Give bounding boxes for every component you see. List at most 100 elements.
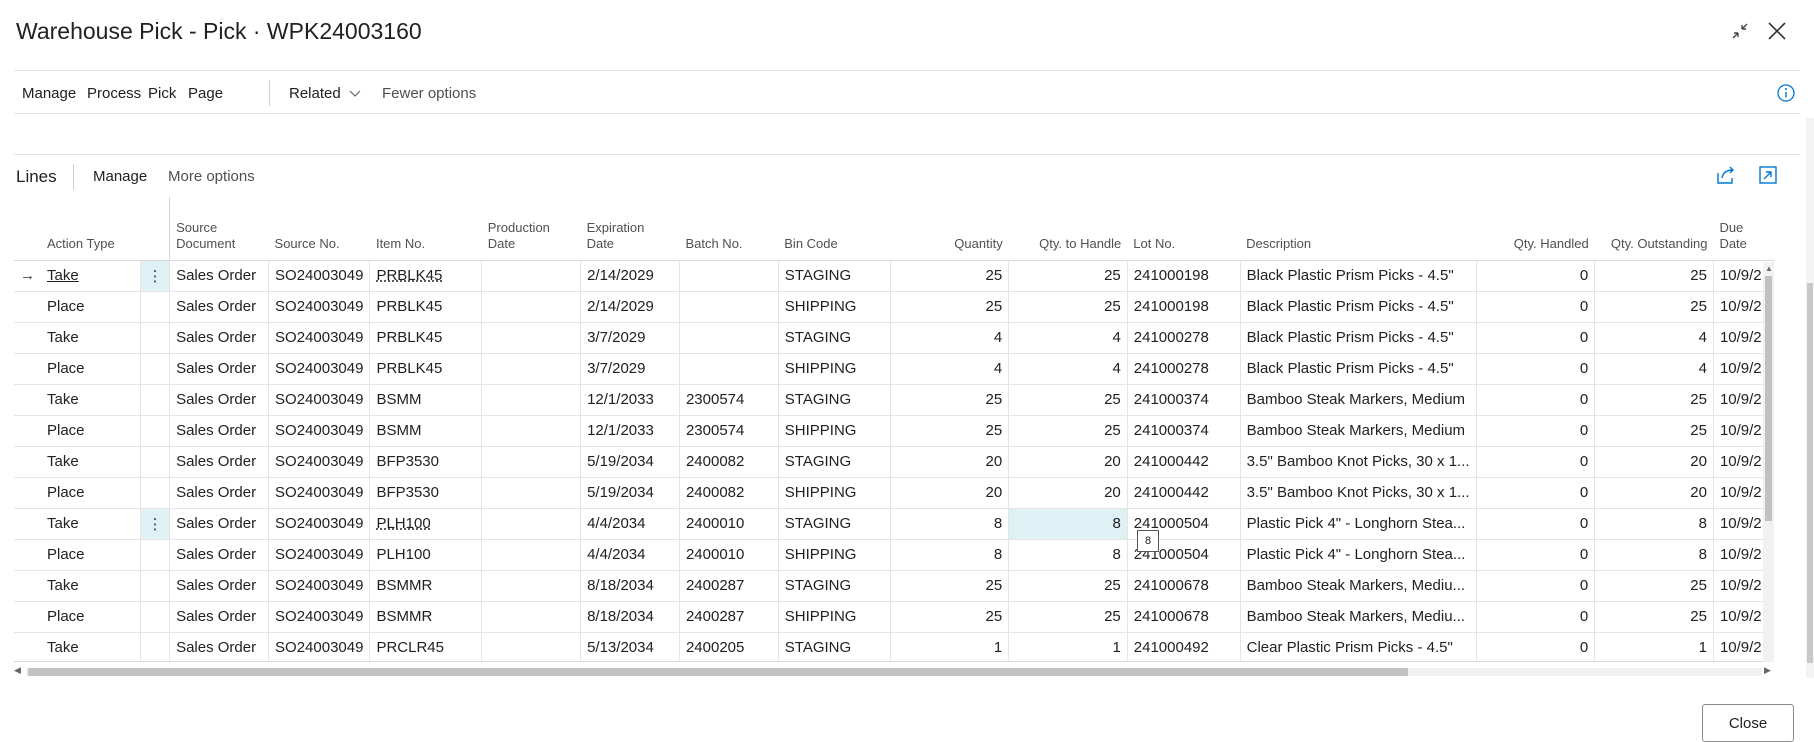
cell-source-document[interactable]: Sales Order xyxy=(169,291,270,323)
cell-production-date[interactable] xyxy=(481,601,582,633)
row-menu-icon[interactable]: ⋮ xyxy=(140,508,171,540)
row-menu-icon[interactable] xyxy=(140,384,171,416)
cell-bin-code[interactable]: SHIPPING xyxy=(778,415,891,447)
cell-description[interactable]: Bamboo Steak Markers, Mediu... xyxy=(1240,570,1477,602)
cell-qty-to-handle[interactable]: 20 xyxy=(1008,446,1128,478)
cell-action-type[interactable]: Take xyxy=(41,446,142,478)
row-selector[interactable] xyxy=(14,384,41,416)
cell-production-date[interactable] xyxy=(481,508,582,540)
cell-batch-no[interactable] xyxy=(679,291,779,323)
cell-qty-outstanding[interactable]: 4 xyxy=(1594,353,1714,385)
scroll-up-icon[interactable]: ▲ xyxy=(1765,264,1773,273)
cell-batch-no[interactable]: 2400010 xyxy=(679,508,779,540)
row-selector[interactable] xyxy=(14,477,41,509)
table-row[interactable]: Take Sales Order SO24003049 BSMMR 8/18/2034 2… xyxy=(14,570,1774,602)
col-batch-no[interactable]: Batch No. xyxy=(679,197,779,261)
cell-quantity[interactable]: 25 xyxy=(890,384,1010,416)
cell-qty-handled[interactable]: 0 xyxy=(1476,508,1596,540)
cell-description[interactable]: Black Plastic Prism Picks - 4.5" xyxy=(1240,260,1477,292)
cell-lot-no[interactable]: 241000442 xyxy=(1127,477,1241,509)
cell-quantity[interactable]: 4 xyxy=(890,353,1010,385)
cell-description[interactable]: 3.5" Bamboo Knot Picks, 30 x 1... xyxy=(1240,446,1477,478)
cell-qty-to-handle[interactable]: 25 xyxy=(1008,384,1128,416)
scroll-right-icon[interactable]: ▶ xyxy=(1764,665,1771,676)
col-quantity[interactable]: Quantity xyxy=(890,197,1009,261)
lines-manage-menu[interactable]: Manage xyxy=(93,168,147,185)
row-selector[interactable] xyxy=(14,353,41,385)
cell-lot-no[interactable]: 241000198 xyxy=(1127,260,1241,292)
table-row[interactable]: Place Sales Order SO24003049 BFP3530 5/19/20… xyxy=(14,477,1774,509)
cell-production-date[interactable] xyxy=(481,353,582,385)
cell-qty-to-handle[interactable]: 25 xyxy=(1008,260,1128,292)
cell-action-type[interactable]: Place xyxy=(41,353,142,385)
cell-item-no[interactable]: BSMM xyxy=(369,384,483,416)
cell-qty-outstanding[interactable]: 8 xyxy=(1594,539,1714,571)
cell-source-no[interactable]: SO24003049 xyxy=(268,260,371,292)
row-menu-icon[interactable] xyxy=(140,446,171,478)
cell-qty-handled[interactable]: 0 xyxy=(1476,291,1596,323)
cell-bin-code[interactable]: SHIPPING xyxy=(778,291,891,323)
cell-expiration-date[interactable]: 8/18/2034 xyxy=(580,570,680,602)
cell-production-date[interactable] xyxy=(481,477,582,509)
cell-item-no[interactable]: PLH100 xyxy=(369,508,483,540)
table-row[interactable]: Place Sales Order SO24003049 BSMMR 8/18/2034… xyxy=(14,601,1774,633)
cell-description[interactable]: Bamboo Steak Markers, Medium xyxy=(1240,384,1477,416)
cell-lot-no[interactable]: 241000678 xyxy=(1127,570,1241,602)
cell-item-no[interactable]: BSMMR xyxy=(369,601,483,633)
cell-bin-code[interactable]: STAGING xyxy=(778,570,891,602)
col-expiration-date[interactable]: Expiration Date xyxy=(580,197,680,261)
row-menu-icon[interactable] xyxy=(140,291,171,323)
row-selector[interactable] xyxy=(14,322,41,354)
cell-bin-code[interactable]: SHIPPING xyxy=(778,539,891,571)
cell-source-no[interactable]: SO24003049 xyxy=(268,508,371,540)
row-selector[interactable] xyxy=(14,570,41,602)
cell-qty-outstanding[interactable]: 25 xyxy=(1594,291,1714,323)
cell-lot-no[interactable]: 241000278 xyxy=(1127,322,1241,354)
cell-source-document[interactable]: Sales Order xyxy=(169,415,270,447)
cell-description[interactable]: Black Plastic Prism Picks - 4.5" xyxy=(1240,353,1477,385)
cell-source-document[interactable]: Sales Order xyxy=(169,477,270,509)
cell-source-document[interactable]: Sales Order xyxy=(169,601,270,633)
cell-quantity[interactable]: 8 xyxy=(890,539,1010,571)
col-qty-outstanding[interactable]: Qty. Outstanding xyxy=(1594,197,1714,261)
cell-batch-no[interactable] xyxy=(679,322,779,354)
col-qty-handled[interactable]: Qty. Handled xyxy=(1476,197,1595,261)
cell-batch-no[interactable]: 2400287 xyxy=(679,601,779,633)
cell-batch-no[interactable]: 2400082 xyxy=(679,446,779,478)
col-description[interactable]: Description xyxy=(1240,197,1477,261)
cell-qty-handled[interactable]: 0 xyxy=(1476,632,1596,661)
cell-action-type[interactable]: Place xyxy=(41,539,142,571)
row-selector[interactable] xyxy=(14,446,41,478)
row-menu-icon[interactable] xyxy=(140,322,171,354)
cell-description[interactable]: Bamboo Steak Markers, Medium xyxy=(1240,415,1477,447)
cell-description[interactable]: 3.5" Bamboo Knot Picks, 30 x 1... xyxy=(1240,477,1477,509)
cell-quantity[interactable]: 1 xyxy=(890,632,1010,661)
cell-quantity[interactable]: 25 xyxy=(890,260,1010,292)
cell-quantity[interactable]: 25 xyxy=(890,291,1010,323)
cell-expiration-date[interactable]: 5/19/2034 xyxy=(580,477,680,509)
cell-action-type[interactable]: Take xyxy=(41,322,142,354)
table-row[interactable]: Take Sales Order SO24003049 PRBLK45 3/7/2029… xyxy=(14,322,1774,354)
table-row[interactable]: Place Sales Order SO24003049 PRBLK45 2/14/20… xyxy=(14,291,1774,323)
cell-source-no[interactable]: SO24003049 xyxy=(268,601,371,633)
cell-production-date[interactable] xyxy=(481,632,582,661)
cell-bin-code[interactable]: STAGING xyxy=(778,260,891,292)
cell-qty-handled[interactable]: 0 xyxy=(1476,601,1596,633)
cell-qty-outstanding[interactable]: 25 xyxy=(1594,384,1714,416)
cell-expiration-date[interactable]: 2/14/2029 xyxy=(580,291,680,323)
page-menu[interactable]: Page xyxy=(188,85,223,102)
cell-source-document[interactable]: Sales Order xyxy=(169,632,270,661)
current-row-arrow-icon[interactable]: → xyxy=(14,260,41,292)
cell-bin-code[interactable]: STAGING xyxy=(778,322,891,354)
cell-production-date[interactable] xyxy=(481,446,582,478)
cell-item-no[interactable]: PRBLK45 xyxy=(369,353,483,385)
cell-production-date[interactable] xyxy=(481,322,582,354)
cell-qty-outstanding[interactable]: 25 xyxy=(1594,260,1714,292)
grid-vertical-scroll-thumb[interactable] xyxy=(1765,276,1772,521)
row-selector[interactable] xyxy=(14,508,41,540)
cell-qty-handled[interactable]: 0 xyxy=(1476,260,1596,292)
table-row[interactable]: → Take ⋮ Sales Order SO24003049 PRBLK45 2/14/2… xyxy=(14,260,1774,292)
cell-production-date[interactable] xyxy=(481,260,582,292)
cell-expiration-date[interactable]: 5/19/2034 xyxy=(580,446,680,478)
cell-qty-to-handle[interactable]: 8 xyxy=(1008,508,1128,540)
